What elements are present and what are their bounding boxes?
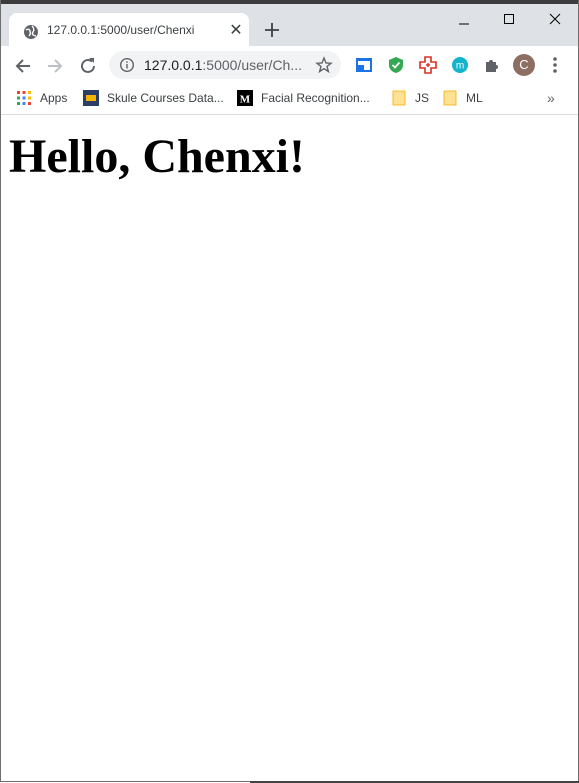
medical-cross-icon[interactable] [417, 54, 439, 76]
bookmark-label: Apps [40, 91, 68, 105]
folder-icon [443, 90, 457, 106]
minimize-icon[interactable] [441, 10, 487, 36]
url-text: 127.0.0.1:5000/user/Ch... [144, 57, 302, 73]
info-icon[interactable] [119, 57, 135, 73]
bookmark-label: ML [466, 91, 483, 105]
bookmarks-bar: Apps Skule Courses Data... M Facial Reco… [1, 84, 578, 115]
forward-arrow-icon[interactable] [43, 54, 67, 78]
url-path: :5000/user/Ch... [202, 57, 303, 73]
bookmark-facial-recognition[interactable]: M Facial Recognition... [237, 89, 377, 109]
bookmark-label: Skule Courses Data... [107, 91, 224, 105]
m-extension-icon[interactable]: m [449, 54, 471, 76]
reload-icon[interactable] [76, 54, 100, 78]
close-window-icon[interactable] [532, 10, 578, 36]
maximize-icon[interactable] [486, 10, 532, 36]
tab-title: 127.0.0.1:5000/user/Chenxi [47, 23, 195, 37]
bookmark-skule-courses[interactable]: Skule Courses Data... [83, 89, 224, 109]
globe-icon [24, 25, 38, 39]
page-content: Hello, Chenxi! [1, 115, 578, 781]
puzzle-extensions-icon[interactable] [481, 54, 503, 76]
bookmark-label: Facial Recognition... [261, 91, 370, 105]
bookmark-folder-ml[interactable]: ML [442, 89, 487, 109]
svg-text:M: M [240, 94, 251, 106]
more-menu-icon[interactable] [547, 54, 563, 76]
address-bar[interactable]: 127.0.0.1:5000/user/Ch... [109, 51, 341, 79]
bookmark-label: JS [415, 91, 430, 105]
more-bookmarks-chevron-icon[interactable]: » [547, 90, 555, 106]
title-bar: 127.0.0.1:5000/user/Chenxi ✕ [1, 0, 578, 50]
apps-grid-icon [17, 91, 31, 105]
folder-icon [392, 90, 406, 106]
bookmark-folder-js[interactable]: JS [391, 89, 431, 109]
skule-logo-icon [83, 90, 99, 106]
browser-tab[interactable]: 127.0.0.1:5000/user/Chenxi ✕ [9, 13, 249, 50]
browser-toolbar: 127.0.0.1:5000/user/Ch... m C [1, 46, 578, 84]
page-heading: Hello, Chenxi! [9, 130, 305, 183]
new-tab-icon[interactable] [261, 19, 283, 41]
profile-avatar[interactable]: C [513, 54, 535, 76]
medium-logo-icon: M [237, 90, 253, 106]
back-arrow-icon[interactable] [11, 54, 35, 78]
browser-window: 127.0.0.1:5000/user/Chenxi ✕ 127.0.0.1:5… [0, 0, 579, 782]
bookmark-apps[interactable]: Apps [16, 89, 76, 109]
svg-text:m: m [456, 61, 464, 72]
url-host: 127.0.0.1 [144, 57, 203, 73]
close-tab-icon[interactable]: ✕ [227, 22, 245, 40]
extension-window-icon[interactable] [353, 54, 375, 76]
bookmark-star-icon[interactable] [315, 56, 333, 74]
shield-check-icon[interactable] [385, 54, 407, 76]
